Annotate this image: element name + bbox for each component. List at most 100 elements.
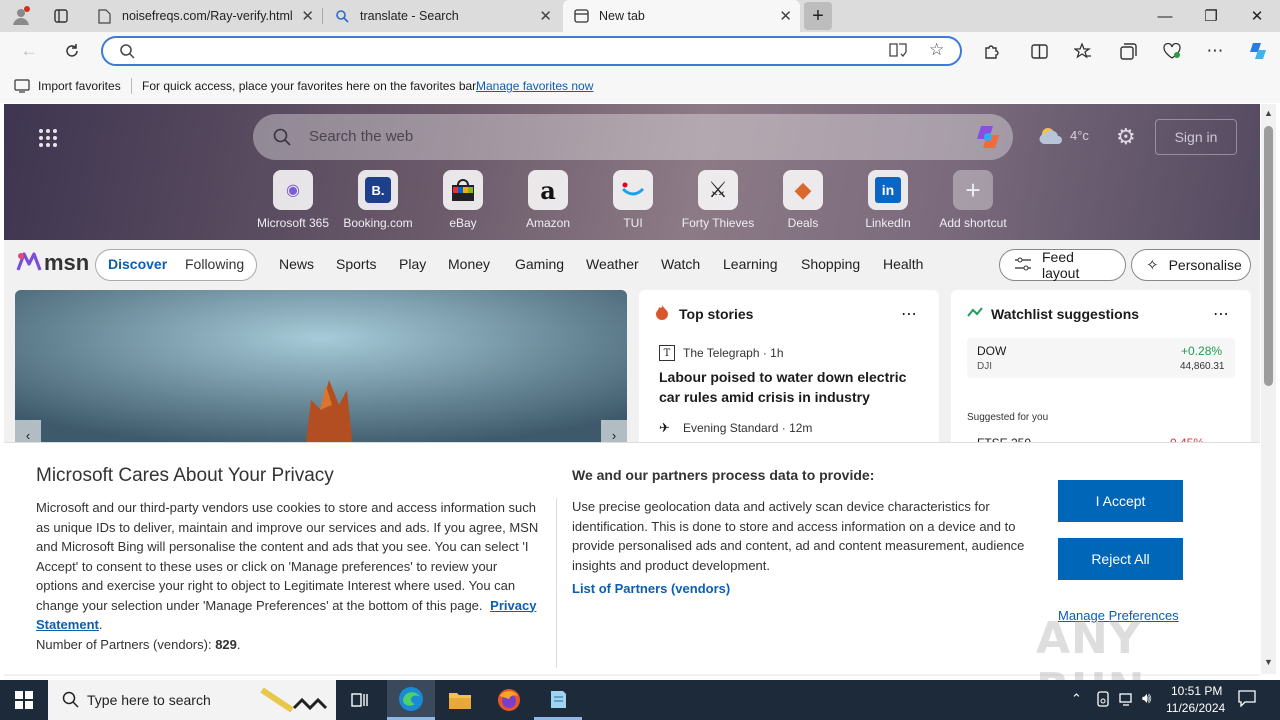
tab-noisefreqs[interactable]: noisefreqs.com/Ray-verify.html ✕ (86, 0, 322, 32)
settings-more-button[interactable]: ⋯ (1200, 36, 1230, 66)
nav-news[interactable]: News (279, 256, 314, 272)
network-icon[interactable] (1119, 691, 1135, 710)
shortcut-label: eBay (449, 216, 477, 230)
volume-icon[interactable]: 🔊︎ (1142, 690, 1151, 707)
notifications-icon[interactable] (1238, 690, 1256, 710)
more-options-icon[interactable]: ⋯ (901, 304, 917, 324)
apps-launcher-icon[interactable] (38, 128, 58, 151)
story-headline[interactable]: Labour poised to water down electric car… (659, 367, 929, 407)
list-of-partners-link[interactable]: List of Partners (vendors) (572, 581, 730, 596)
close-icon[interactable]: ✕ (779, 7, 792, 25)
minimize-button[interactable]: — (1142, 0, 1188, 32)
evening-standard-logo-icon: ✈ (659, 420, 670, 435)
shortcut-amazon[interactable]: a Amazon (508, 170, 588, 230)
new-tab-button[interactable]: + (804, 2, 832, 30)
close-icon[interactable]: ✕ (539, 7, 552, 25)
device-icon[interactable] (1096, 691, 1110, 710)
taskbar-file-explorer[interactable] (436, 680, 484, 720)
accept-button[interactable]: I Accept (1058, 480, 1183, 522)
stock-trend-icon (967, 306, 983, 321)
nav-sports[interactable]: Sports (336, 256, 376, 272)
more-options-icon[interactable]: ⋯ (1213, 304, 1229, 324)
taskbar-firefox[interactable] (485, 680, 533, 720)
sign-in-label: Sign in (1174, 129, 1218, 145)
shortcut-tui[interactable]: TUI (593, 170, 673, 230)
shortcut-booking[interactable]: B. Booking.com (338, 170, 418, 230)
clock-date[interactable]: 11/26/2024 (1166, 701, 1225, 715)
collections-button[interactable] (1113, 36, 1143, 66)
address-input[interactable] (147, 42, 867, 62)
shortcut-microsoft-365[interactable]: ◉ Microsoft 365 (253, 170, 333, 230)
settings-gear-icon[interactable]: ⚙ (1116, 124, 1136, 150)
shortcut-ebay[interactable]: eBay (423, 170, 503, 230)
extensions-button[interactable] (976, 36, 1006, 66)
refresh-button[interactable] (57, 36, 87, 66)
nav-health[interactable]: Health (883, 256, 923, 272)
shortcut-add[interactable]: + Add shortcut (933, 170, 1013, 230)
taskbar-edge[interactable] (387, 680, 435, 720)
web-search-placeholder: Search the web (309, 128, 414, 145)
nav-money[interactable]: Money (448, 256, 490, 272)
shortcut-label: TUI (623, 216, 643, 230)
watchlist-card: Watchlist suggestions ⋯ DOW DJI +0.28% 4… (951, 290, 1251, 450)
nav-shopping[interactable]: Shopping (801, 256, 860, 272)
tab-discover[interactable]: Discover (108, 256, 167, 272)
profile-icon[interactable] (8, 4, 34, 28)
watchlist-title: Watchlist suggestions (991, 306, 1140, 322)
tab-following[interactable]: Following (185, 256, 244, 272)
nav-play[interactable]: Play (399, 256, 426, 272)
msn-logo-text[interactable]: msn (44, 250, 89, 276)
import-favorites-link[interactable]: Import favorites (38, 79, 121, 93)
favorites-button[interactable] (1068, 36, 1098, 66)
manage-favorites-link[interactable]: Manage favorites now (476, 79, 593, 93)
sign-in-button[interactable]: Sign in (1155, 119, 1237, 155)
page-scrollbar[interactable]: ▲ ▼ (1261, 104, 1276, 674)
shortcut-linkedin[interactable]: in LinkedIn (848, 170, 928, 230)
show-hidden-icons-icon[interactable]: ⌃ (1071, 691, 1082, 707)
immersive-reader-icon[interactable] (889, 42, 907, 62)
copilot-button[interactable] (1243, 36, 1273, 66)
start-button[interactable] (0, 680, 48, 720)
address-bar[interactable]: ☆ (101, 36, 962, 66)
favorites-bar: Import favorites For quick access, place… (0, 70, 1280, 103)
partners-title: We and our partners process data to prov… (572, 467, 875, 483)
shortcut-forty-thieves[interactable]: ⚔ Forty Thieves (678, 170, 758, 230)
tab-newtab[interactable]: New tab ✕ (563, 0, 800, 32)
scroll-thumb[interactable] (1264, 126, 1273, 386)
partners-count: 829 (215, 636, 237, 652)
privacy-title: Microsoft Cares About Your Privacy (36, 465, 334, 486)
browser-essentials-button[interactable] (1157, 36, 1187, 66)
feed-layout-button[interactable]: Feed layout (999, 249, 1126, 281)
sliders-icon (1014, 257, 1032, 274)
taskbar-notepad[interactable] (534, 680, 582, 720)
nav-learning[interactable]: Learning (723, 256, 778, 272)
nav-weather[interactable]: Weather (586, 256, 639, 272)
weather-temp[interactable]: 4°c (1070, 128, 1089, 143)
shortcut-deals[interactable]: ◆ Deals (763, 170, 843, 230)
personalise-button[interactable]: ✧ Personalise (1131, 249, 1251, 281)
copilot-icon[interactable] (973, 122, 1003, 155)
shortcut-label: Amazon (525, 216, 571, 230)
msn-logo-icon[interactable] (16, 250, 42, 277)
taskbar-search-box[interactable]: Type here to search (48, 680, 336, 720)
reject-all-button[interactable]: Reject All (1058, 538, 1183, 580)
web-search-box[interactable]: Search the web (253, 114, 1013, 160)
close-window-button[interactable]: ✕ (1234, 0, 1280, 32)
featured-image-card[interactable]: ‹ › (15, 290, 627, 450)
nav-watch[interactable]: Watch (661, 256, 700, 272)
windows-taskbar: Type here to search ⌃ 🔊︎ 10:51 PM 11/26/… (0, 680, 1280, 720)
clock-time[interactable]: 10:51 PM (1171, 684, 1222, 698)
nav-gaming[interactable]: Gaming (515, 256, 564, 272)
close-icon[interactable]: ✕ (301, 7, 314, 25)
tab-actions-icon[interactable] (48, 4, 74, 28)
search-icon (119, 43, 135, 62)
back-button[interactable]: ← (14, 36, 44, 66)
import-favorites-icon[interactable] (14, 79, 30, 96)
task-view-button[interactable] (336, 680, 384, 720)
split-screen-button[interactable] (1024, 36, 1054, 66)
restore-button[interactable]: ❐ (1188, 0, 1234, 32)
scroll-up-arrow-icon[interactable]: ▲ (1264, 108, 1273, 118)
tab-translate[interactable]: translate - Search ✕ (324, 0, 560, 32)
favorite-star-icon[interactable]: ☆ (929, 40, 944, 60)
scroll-down-arrow-icon[interactable]: ▼ (1264, 657, 1273, 667)
